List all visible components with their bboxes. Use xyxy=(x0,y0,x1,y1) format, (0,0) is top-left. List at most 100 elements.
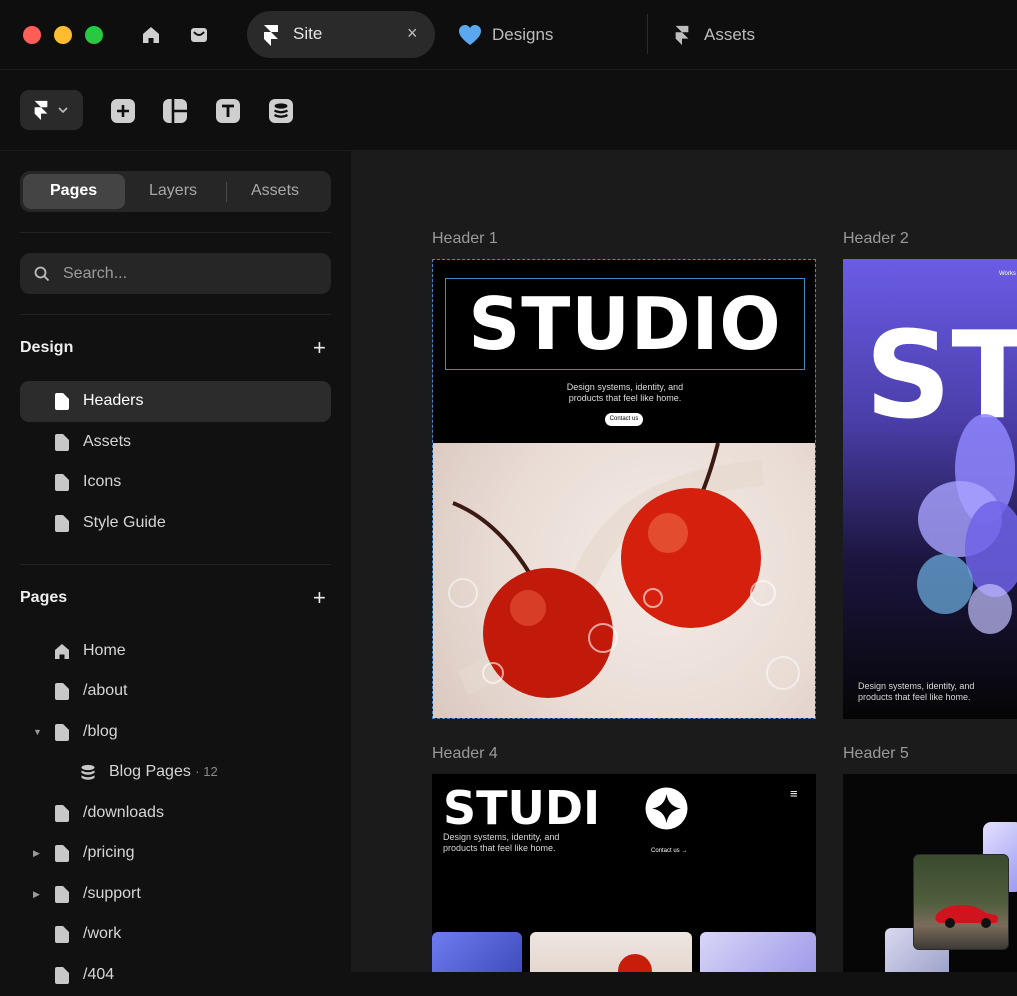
frame-label-header-2[interactable]: Header 2 xyxy=(843,230,909,248)
page-item-label: /404 xyxy=(83,966,115,983)
segment-assets[interactable]: Assets xyxy=(251,182,299,200)
thumbnail-card xyxy=(700,932,816,972)
page-item-support[interactable]: ▶ /support xyxy=(20,874,331,915)
blog-pages-label: Blog Pages xyxy=(109,763,191,780)
page-item-downloads[interactable]: /downloads xyxy=(20,793,331,834)
page-item-label: /pricing xyxy=(83,844,135,861)
canvas[interactable]: Header 1 STUDIO Design systems, identity… xyxy=(351,151,1017,972)
page-item-blog-pages[interactable]: Blog Pages · 12 xyxy=(20,752,331,793)
page-icon xyxy=(55,886,69,903)
page-icon xyxy=(55,926,69,943)
cms-icon[interactable] xyxy=(268,98,294,124)
design-item-label: Style Guide xyxy=(83,514,166,531)
tab-designs[interactable]: Designs xyxy=(492,25,553,45)
search-placeholder: Search... xyxy=(63,265,128,282)
close-window-button[interactable] xyxy=(23,26,41,44)
add-design-page-button[interactable]: + xyxy=(313,337,326,359)
search-icon xyxy=(34,266,50,282)
minimize-window-button[interactable] xyxy=(54,26,72,44)
design-item-label: Assets xyxy=(83,433,132,450)
frame-label-header-5[interactable]: Header 5 xyxy=(843,745,909,763)
page-icon xyxy=(55,434,69,451)
design-item-style-guide[interactable]: Style Guide xyxy=(20,503,331,544)
header-1-hero: STUDIO Design systems, identity, and pro… xyxy=(433,260,815,443)
red-car-illustration xyxy=(935,905,998,928)
toolbar xyxy=(0,70,1017,151)
frame-header-5[interactable] xyxy=(843,774,1017,972)
frame-header-4[interactable]: STUDI ≡ Design systems, identity, and pr… xyxy=(432,774,816,972)
tab-separator xyxy=(647,14,648,54)
page-item-label: /support xyxy=(83,885,141,902)
home-icon[interactable] xyxy=(138,22,164,48)
page-icon xyxy=(55,393,69,410)
works-link[interactable]: Works xyxy=(999,271,1016,277)
page-item-pricing[interactable]: ▶ /pricing xyxy=(20,833,331,874)
left-panel: Pages Layers Assets Search... Design + H… xyxy=(0,151,350,984)
glass-flower-illustration xyxy=(917,414,1017,634)
thumbnail-card xyxy=(530,932,692,972)
tab-site-label: Site xyxy=(293,24,323,43)
hero-tagline: Design systems, identity, and products t… xyxy=(858,681,974,703)
tagline-line-2: products that feel like home. xyxy=(858,692,971,702)
tagline-line-2: products that feel like home. xyxy=(443,843,556,853)
frame-label-header-4[interactable]: Header 4 xyxy=(432,745,498,763)
zoom-window-button[interactable] xyxy=(85,26,103,44)
page-item-label: /blog xyxy=(83,723,118,740)
tagline-line-2: products that feel like home. xyxy=(568,393,682,403)
segment-pages[interactable]: Pages xyxy=(50,182,97,200)
cherries-illustration xyxy=(448,442,800,698)
add-page-button[interactable]: + xyxy=(313,587,326,609)
expand-caret-icon[interactable]: ▶ xyxy=(33,889,40,900)
page-icon xyxy=(55,845,69,862)
design-item-assets[interactable]: Assets xyxy=(20,422,331,463)
sparkle-o-icon xyxy=(645,787,688,830)
segment-divider xyxy=(226,182,227,202)
menu-icon[interactable]: ≡ xyxy=(790,786,798,801)
frame-label-header-1[interactable]: Header 1 xyxy=(432,230,498,248)
thumbnail-card xyxy=(432,932,522,972)
layout-icon[interactable] xyxy=(162,98,188,124)
tagline-line-1: Design systems, identity, and xyxy=(443,832,560,842)
page-icon xyxy=(55,683,69,700)
search-input[interactable]: Search... xyxy=(20,253,331,294)
chevron-down-icon xyxy=(58,107,68,114)
page-item-home[interactable]: Home xyxy=(20,631,331,672)
text-icon[interactable] xyxy=(215,98,241,124)
insert-icon[interactable] xyxy=(110,98,136,124)
studio-headline: STUDI xyxy=(443,781,601,835)
hero-tagline: Design systems, identity, and products t… xyxy=(443,832,559,854)
frame-header-1[interactable]: STUDIO Design systems, identity, and pro… xyxy=(432,259,816,719)
page-item-blog[interactable]: ▼ /blog xyxy=(20,712,331,753)
studio-headline: STUDIO xyxy=(468,282,782,366)
close-tab-icon[interactable]: × xyxy=(407,23,418,44)
item-count-badge: 12 xyxy=(203,764,218,779)
framer-logo-icon xyxy=(669,22,695,48)
design-item-headers[interactable]: Headers xyxy=(20,381,331,422)
page-icon xyxy=(55,515,69,532)
page-item-404[interactable]: /404 xyxy=(20,955,331,996)
design-item-label: Icons xyxy=(83,473,122,490)
page-item-label: /downloads xyxy=(83,804,164,821)
cherries-image xyxy=(433,442,815,718)
page-icon xyxy=(55,474,69,491)
page-item-label: Home xyxy=(83,642,126,659)
hero-tagline: Design systems, identity, and products t… xyxy=(433,382,815,404)
divider xyxy=(20,232,331,233)
expand-caret-icon[interactable]: ▶ xyxy=(33,848,40,859)
car-video-thumbnail xyxy=(913,854,1009,950)
page-item-work[interactable]: /work xyxy=(20,914,331,955)
page-item-about[interactable]: /about xyxy=(20,671,331,712)
frame-header-2[interactable]: Works STU Design systems, identity, and … xyxy=(843,259,1017,719)
design-item-icons[interactable]: Icons xyxy=(20,462,331,503)
segment-layers[interactable]: Layers xyxy=(149,182,197,200)
main-menu-button[interactable] xyxy=(20,90,83,130)
inbox-icon[interactable] xyxy=(186,22,212,48)
panel-segmented-control: Pages Layers Assets xyxy=(20,171,331,212)
tab-assets[interactable]: Assets xyxy=(704,25,755,45)
contact-us-link[interactable]: Contact us → xyxy=(651,848,687,854)
design-section-title: Design xyxy=(20,339,74,356)
contact-us-button[interactable]: Contact us xyxy=(605,413,643,426)
expand-caret-icon[interactable]: ▼ xyxy=(33,727,42,737)
framer-logo-icon xyxy=(34,100,48,120)
page-icon xyxy=(55,967,69,984)
